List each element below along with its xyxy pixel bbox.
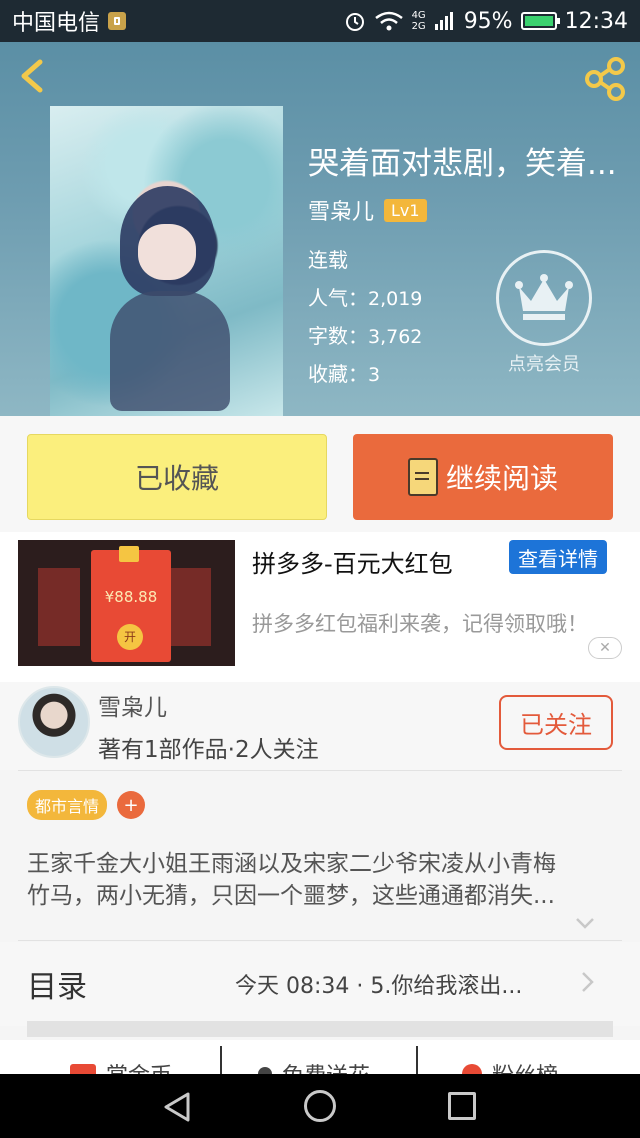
vip-label: 点亮会员 bbox=[508, 354, 580, 375]
ad-details-button[interactable]: 查看详情 bbox=[509, 540, 607, 574]
signal-icon bbox=[434, 12, 453, 30]
author-row[interactable]: 雪枭儿 著有1部作品·2人关注 已关注 bbox=[0, 682, 640, 770]
author-stats: 著有1部作品·2人关注 bbox=[98, 737, 319, 763]
section-separator bbox=[27, 1021, 613, 1037]
wifi-icon bbox=[374, 11, 403, 31]
red-envelope: ¥88.88 开 bbox=[91, 546, 171, 662]
divider bbox=[18, 940, 622, 941]
avatar[interactable] bbox=[18, 686, 90, 758]
back-icon[interactable] bbox=[14, 56, 54, 96]
nav-back-icon[interactable] bbox=[160, 1090, 194, 1124]
battery-percent: 95% bbox=[463, 8, 513, 34]
add-tag-button[interactable]: + bbox=[117, 791, 146, 819]
continue-reading-label: 继续阅读 bbox=[445, 462, 558, 495]
author-name: 雪枭儿 bbox=[98, 695, 167, 721]
clock: 12:34 bbox=[564, 8, 628, 34]
crown-icon bbox=[496, 250, 592, 346]
ad-image-panel-left bbox=[38, 568, 80, 646]
continue-reading-button[interactable]: 继续阅读 bbox=[353, 434, 613, 520]
reward-coins-tab[interactable]: 赏金币 bbox=[70, 1058, 172, 1074]
book-popularity: 人气：2,019 bbox=[308, 286, 423, 310]
nav-home-icon[interactable] bbox=[304, 1090, 336, 1122]
cover-art-face bbox=[138, 224, 196, 280]
book-word-count: 字数：3,762 bbox=[308, 324, 423, 348]
ad-description: 拼多多红包福利来袭，记得领取哦！ bbox=[252, 612, 588, 636]
book-favorites: 收藏：3 bbox=[308, 362, 381, 386]
ad-image[interactable]: ¥88.88 开 bbox=[18, 540, 235, 666]
intro-line: 王家千金大小姐王雨涵以及宋家二少爷宋凌从小青梅 bbox=[27, 851, 556, 877]
catalog-title: 目录 bbox=[27, 970, 87, 1005]
carrier-name: 中国电信 bbox=[12, 11, 101, 36]
gift-icon bbox=[119, 546, 139, 562]
reward-coins-label: 赏金币 bbox=[106, 1058, 172, 1074]
coin-icon bbox=[70, 1064, 96, 1074]
network-type: 4G 2G bbox=[411, 10, 426, 32]
bottom-tabs: 赏金币 免费送花 粉丝榜 bbox=[0, 1040, 640, 1074]
favorited-button[interactable]: 已收藏 bbox=[27, 434, 327, 520]
cover-art-body bbox=[110, 291, 230, 411]
book-cover[interactable] bbox=[50, 106, 283, 416]
flower-icon bbox=[258, 1067, 272, 1074]
action-bar: 已收藏 继续阅读 bbox=[0, 416, 640, 532]
book-intro[interactable]: 王家千金大小姐王雨涵以及宋家二少爷宋凌从小青梅 竹马，两小无猜，只因一个噩梦，这… bbox=[27, 848, 613, 912]
share-icon[interactable] bbox=[582, 56, 628, 102]
fan-ranking-tab[interactable]: 粉丝榜 bbox=[462, 1058, 558, 1074]
free-flowers-tab[interactable]: 免费送花 bbox=[258, 1058, 370, 1074]
ad-image-panel-right bbox=[169, 568, 211, 646]
tag-item[interactable]: 都市言情 bbox=[27, 790, 108, 820]
intro-line: 竹马，两小无猜，只因一个噩梦，这些通通都消失... bbox=[27, 883, 555, 909]
catalog-row[interactable]: 目录 今天 08:34 · 5.你给我滚出... bbox=[0, 942, 640, 1026]
status-bar: 中国电信 4G 2G 95% 12:34 bbox=[0, 0, 640, 42]
following-button[interactable]: 已关注 bbox=[499, 695, 613, 750]
fans-icon bbox=[462, 1064, 482, 1074]
tag-list: 都市言情 + bbox=[27, 790, 146, 820]
divider bbox=[18, 770, 622, 771]
free-flowers-label: 免费送花 bbox=[282, 1058, 370, 1074]
tab-divider bbox=[220, 1046, 222, 1074]
ad-banner[interactable]: ¥88.88 开 拼多多-百元大红包 查看详情 拼多多红包福利来袭，记得领取哦！… bbox=[0, 532, 640, 682]
nav-recents-icon[interactable] bbox=[448, 1092, 476, 1120]
book-author-line[interactable]: 雪枭儿 Lv1 bbox=[308, 194, 427, 226]
tab-divider bbox=[416, 1046, 418, 1074]
ad-open-badge: 开 bbox=[117, 624, 143, 650]
sim-lock-icon bbox=[108, 12, 127, 30]
latest-chapter: 今天 08:34 · 5.你给我滚出... bbox=[235, 974, 523, 999]
fan-ranking-label: 粉丝榜 bbox=[492, 1058, 558, 1074]
chevron-down-icon[interactable] bbox=[574, 912, 596, 934]
book-header: 哭着面对悲剧，笑着... 雪枭儿 Lv1 连载 人气：2,019 字数：3,76… bbox=[0, 42, 640, 416]
book-status: 连载 bbox=[308, 248, 348, 272]
vip-button[interactable]: 点亮会员 bbox=[494, 250, 594, 376]
book-title: 哭着面对悲剧，笑着... bbox=[308, 146, 617, 182]
book-author-name[interactable]: 雪枭儿 bbox=[308, 194, 374, 226]
close-icon[interactable]: ✕ bbox=[588, 637, 622, 659]
chevron-right-icon bbox=[582, 972, 594, 992]
ad-amount: ¥88.88 bbox=[104, 588, 158, 606]
level-badge: Lv1 bbox=[384, 198, 427, 222]
alarm-icon bbox=[345, 13, 364, 31]
system-nav-bar bbox=[0, 1074, 640, 1138]
ad-title: 拼多多-百元大红包 bbox=[252, 550, 453, 578]
book-icon bbox=[407, 458, 438, 496]
battery-icon bbox=[520, 12, 560, 30]
